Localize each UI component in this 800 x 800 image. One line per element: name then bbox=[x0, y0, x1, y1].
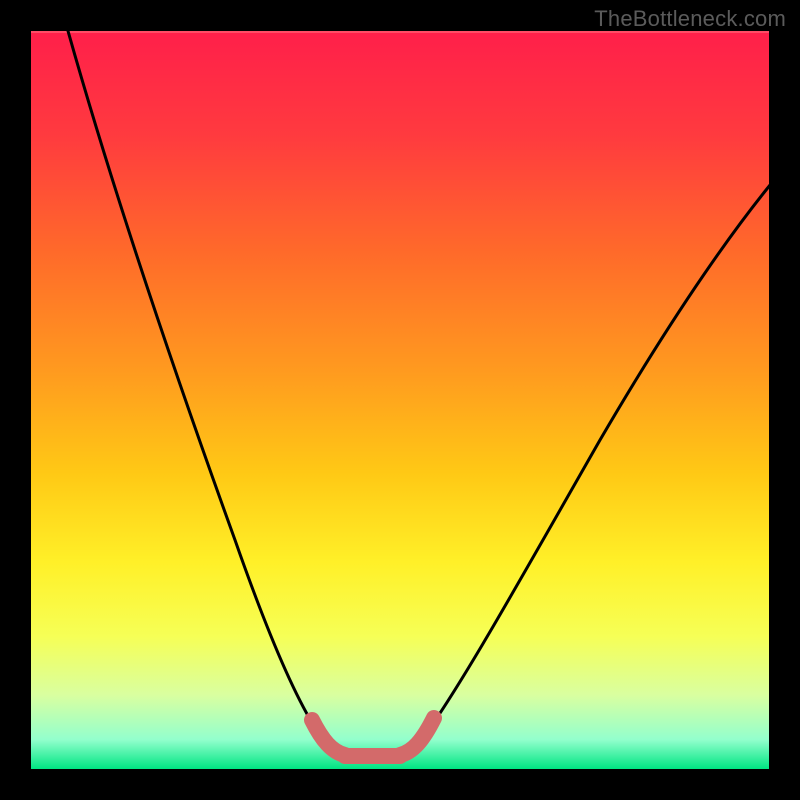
gradient-background bbox=[31, 31, 769, 769]
watermark-text: TheBottleneck.com bbox=[594, 6, 786, 32]
bottleneck-chart bbox=[0, 0, 800, 800]
chart-frame: TheBottleneck.com bbox=[0, 0, 800, 800]
